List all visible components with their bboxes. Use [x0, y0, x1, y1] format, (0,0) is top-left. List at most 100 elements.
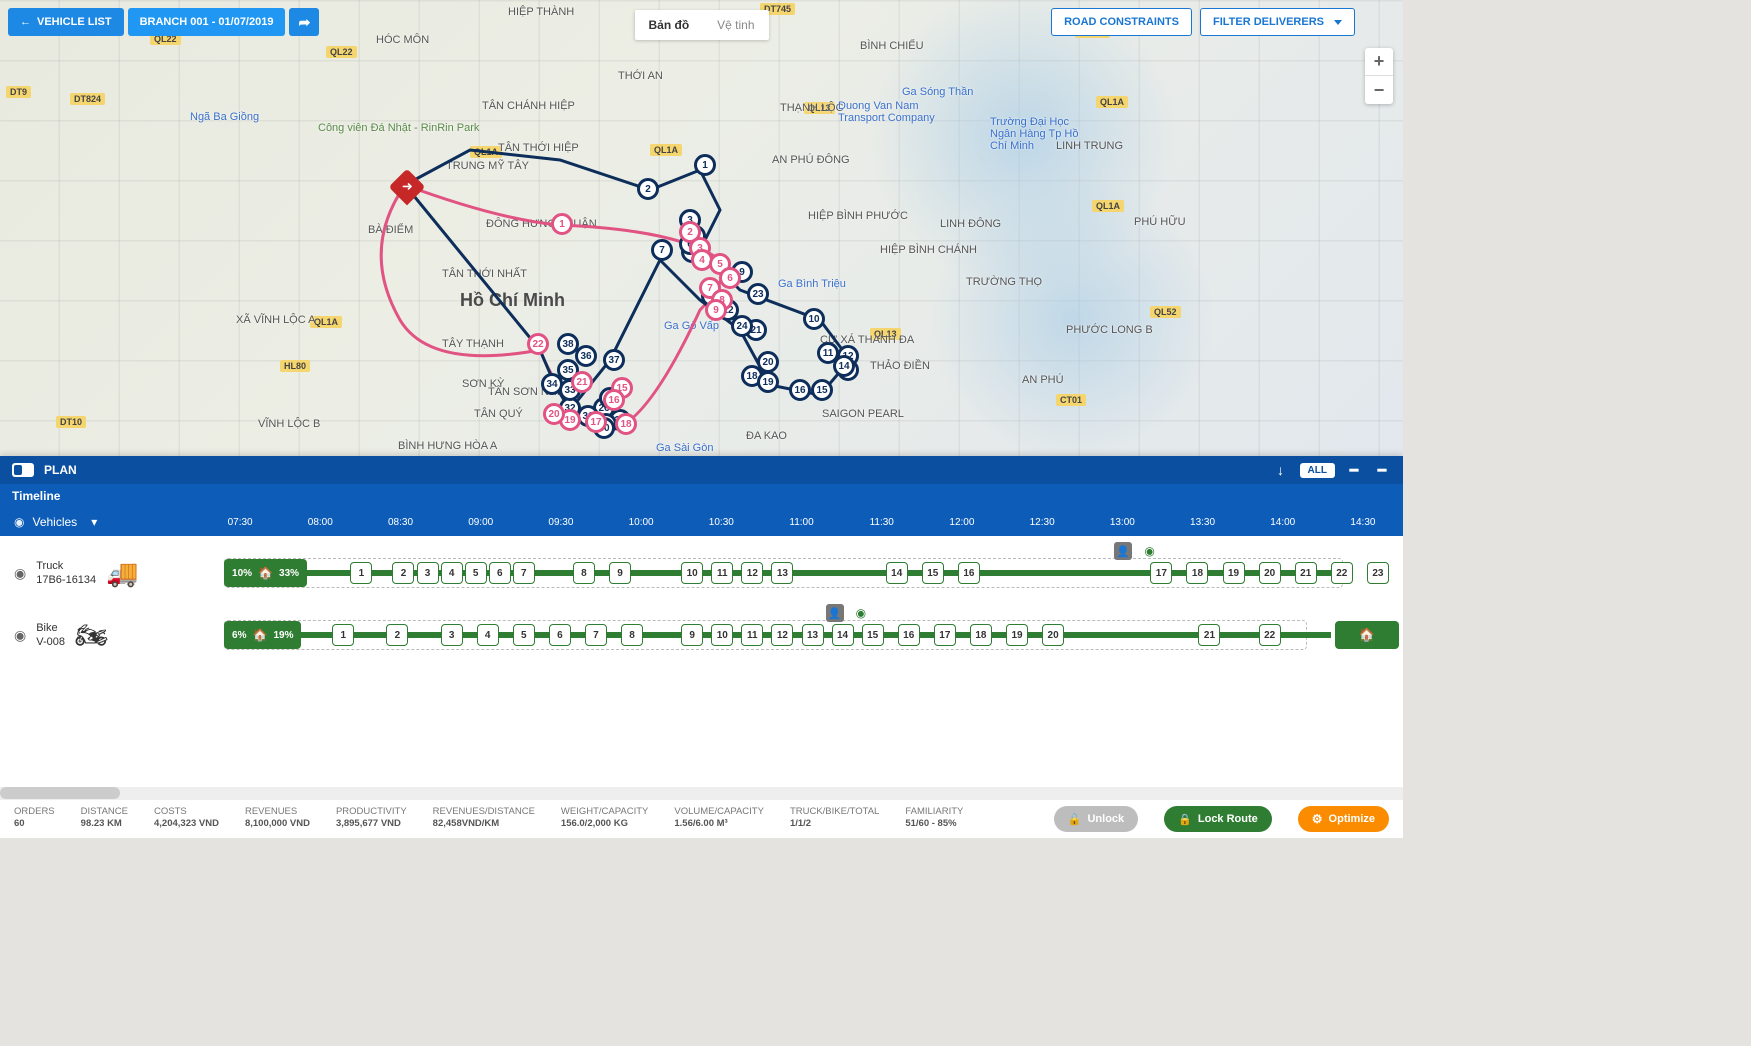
branch-button[interactable]: BRANCH 001 - 01/07/2019	[128, 8, 286, 36]
lane-stop[interactable]: 10	[711, 624, 733, 646]
lane-stop[interactable]: 3	[441, 624, 463, 646]
driver-marker[interactable]: 👤	[826, 604, 844, 622]
sort-button[interactable]: ↓	[1272, 461, 1290, 479]
route-stop-marker[interactable]: 36	[575, 345, 597, 367]
filter-all-chip[interactable]: ALL	[1300, 463, 1335, 478]
eye-marker[interactable]: ◉	[1144, 544, 1154, 558]
route-stop-marker[interactable]: 2	[637, 178, 659, 200]
lane-stop[interactable]: 20	[1259, 562, 1281, 584]
lane-stop[interactable]: 19	[1223, 562, 1245, 584]
route-stop-marker[interactable]: 19	[757, 371, 779, 393]
lane-stop[interactable]: 3	[417, 562, 439, 584]
lane-stop[interactable]: 11	[741, 624, 763, 646]
share-button[interactable]	[289, 8, 319, 36]
lane-stop[interactable]: 1	[332, 624, 354, 646]
lane-stop[interactable]: 18	[1186, 562, 1208, 584]
zoom-out-button[interactable]: −	[1365, 76, 1393, 104]
lane-stop[interactable]: 2	[392, 562, 414, 584]
vehicles-dropdown[interactable]: Vehicles	[0, 515, 200, 529]
lane-stop[interactable]: 13	[802, 624, 824, 646]
lane-stop[interactable]: 23	[1367, 562, 1389, 584]
lane-stop[interactable]: 15	[862, 624, 884, 646]
lock-button[interactable]: Lock Route	[1164, 806, 1272, 832]
route-stop-marker[interactable]: 6	[719, 267, 741, 289]
lane-stop[interactable]: 17	[1150, 562, 1172, 584]
lane-stop[interactable]: 4	[441, 562, 463, 584]
route-stop-marker[interactable]: 21	[571, 371, 593, 393]
lane-stop[interactable]: 17	[934, 624, 956, 646]
route-stop-marker[interactable]: 16	[603, 389, 625, 411]
lane-track[interactable]: 10%33%1234567891011121314151617181920212…	[200, 552, 1403, 594]
route-stop-marker[interactable]: 37	[603, 349, 625, 371]
lane-stop[interactable]: 12	[741, 562, 763, 584]
lane-start-pill[interactable]: 10%33%	[224, 559, 307, 587]
route-stop-marker[interactable]: 23	[747, 283, 769, 305]
route-stop-marker[interactable]: 14	[833, 355, 855, 377]
vehicle-list-button[interactable]: VEHICLE LIST	[8, 8, 124, 36]
route-stop-marker[interactable]: 1	[551, 213, 573, 235]
lane-stop[interactable]: 4	[477, 624, 499, 646]
lane-stop[interactable]: 22	[1331, 562, 1353, 584]
route-stop-marker[interactable]: 15	[811, 379, 833, 401]
lane-stop[interactable]: 6	[549, 624, 571, 646]
route-stop-marker[interactable]: 7	[651, 239, 673, 261]
panel-toggle[interactable]	[12, 463, 34, 477]
lane-stop[interactable]: 20	[1042, 624, 1064, 646]
lane-stop[interactable]: 18	[970, 624, 992, 646]
map-canvas[interactable]: QL22 QL22 DT824 DT9 DT10 HL80 QL1A QL1A …	[0, 0, 1403, 456]
lane-stop[interactable]: 12	[771, 624, 793, 646]
route-stop-marker[interactable]: 20	[543, 403, 565, 425]
lane-stop[interactable]: 5	[465, 562, 487, 584]
lane-stop[interactable]: 22	[1259, 624, 1281, 646]
map-type-satellite[interactable]: Vệ tinh	[703, 10, 768, 40]
lane-stop[interactable]: 14	[832, 624, 854, 646]
lane-stop[interactable]: 6	[489, 562, 511, 584]
route-stop-marker[interactable]: 9	[705, 299, 727, 321]
lane-stop[interactable]: 19	[1006, 624, 1028, 646]
optimize-button[interactable]: Optimize	[1298, 806, 1389, 832]
lane-stop[interactable]: 7	[513, 562, 535, 584]
lane-stop[interactable]: 13	[771, 562, 793, 584]
eye-marker[interactable]: ◉	[856, 606, 866, 620]
road-constraints-button[interactable]: ROAD CONSTRAINTS	[1051, 8, 1192, 36]
map-type-switch[interactable]: Bản đồ Vệ tinh	[634, 10, 768, 40]
route-stop-marker[interactable]: 10	[803, 308, 825, 330]
unlock-button[interactable]: Unlock	[1054, 806, 1138, 832]
lane-start-pill[interactable]: 6%19%	[224, 621, 301, 649]
lane-stop[interactable]: 8	[621, 624, 643, 646]
timeline-body[interactable]: Truck17B6-16134 🚚10%33%12345678910111213…	[0, 536, 1403, 787]
depot-marker[interactable]: ➜	[389, 169, 426, 206]
filter-deliverers-button[interactable]: FILTER DELIVERERS	[1200, 8, 1355, 36]
zoom-in-button[interactable]: +	[1365, 48, 1393, 76]
lane-visibility-toggle[interactable]	[14, 627, 26, 644]
lane-stop[interactable]: 15	[922, 562, 944, 584]
route-stop-marker[interactable]: 20	[757, 351, 779, 373]
lane-stop[interactable]: 10	[681, 562, 703, 584]
lane-stop[interactable]: 14	[886, 562, 908, 584]
lane-stop[interactable]: 1	[350, 562, 372, 584]
lane-end-pill[interactable]: 🏠	[1335, 621, 1399, 649]
horizontal-scrollbar[interactable]	[0, 787, 1403, 799]
route-stop-marker[interactable]: 16	[789, 379, 811, 401]
lane-stop[interactable]: 7	[585, 624, 607, 646]
map-type-map[interactable]: Bản đồ	[634, 10, 703, 40]
route-stop-marker[interactable]: 18	[615, 413, 637, 435]
lane-stop[interactable]: 11	[711, 562, 733, 584]
lane-visibility-toggle[interactable]	[14, 565, 26, 582]
lane-track[interactable]: 6%19%12345678910111213141516171819202122…	[200, 614, 1403, 656]
lane-stop[interactable]: 5	[513, 624, 535, 646]
minimize-button[interactable]: ━	[1373, 461, 1391, 479]
driver-marker[interactable]: 👤	[1114, 542, 1132, 560]
route-stop-marker[interactable]: 22	[527, 333, 549, 355]
lane-stop[interactable]: 21	[1295, 562, 1317, 584]
route-stop-marker[interactable]: 17	[585, 411, 607, 433]
lane-stop[interactable]: 16	[958, 562, 980, 584]
lane-stop[interactable]: 21	[1198, 624, 1220, 646]
route-stop-marker[interactable]: 1	[694, 154, 716, 176]
lane-stop[interactable]: 2	[386, 624, 408, 646]
route-stop-marker[interactable]: 38	[557, 333, 579, 355]
lane-stop[interactable]: 9	[681, 624, 703, 646]
lane-stop[interactable]: 16	[898, 624, 920, 646]
lane-stop[interactable]: 8	[573, 562, 595, 584]
collapse-button[interactable]: ━	[1345, 461, 1363, 479]
